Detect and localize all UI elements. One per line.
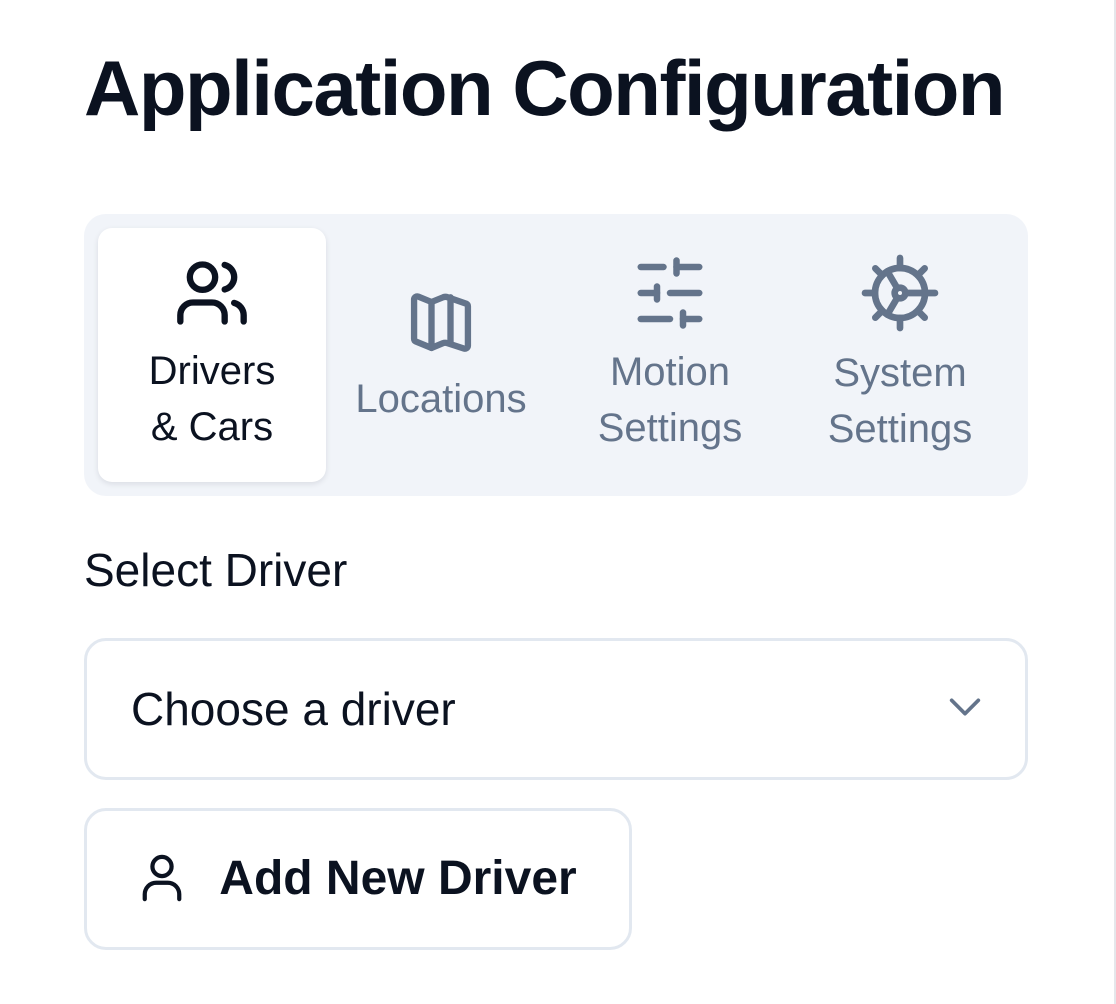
chevron-down-icon	[945, 687, 985, 732]
tab-label: Drivers & Cars	[148, 349, 276, 449]
driver-select[interactable]: Choose a driver	[84, 638, 1028, 780]
driver-select-value: Choose a driver	[131, 683, 456, 735]
tab-system-settings[interactable]: System Settings	[786, 228, 1014, 482]
map-icon	[403, 283, 479, 359]
tab-motion-settings[interactable]: Motion Settings	[556, 228, 784, 482]
tab-label: Motion Settings	[597, 350, 743, 450]
gear-icon	[860, 253, 940, 333]
add-new-driver-button[interactable]: Add New Driver	[84, 808, 632, 950]
settings-tabs: Drivers & Cars Locations Motion Settings…	[84, 214, 1028, 496]
tab-label: Locations	[355, 377, 527, 421]
page-title: Application Configuration	[84, 44, 1006, 132]
sliders-icon	[631, 254, 709, 332]
users-icon	[172, 255, 252, 331]
tab-label: System Settings	[827, 351, 973, 451]
select-driver-label: Select Driver	[84, 544, 348, 596]
tab-drivers-cars[interactable]: Drivers & Cars	[98, 228, 326, 482]
user-icon	[139, 851, 185, 908]
tab-locations[interactable]: Locations	[328, 228, 554, 482]
add-new-driver-label: Add New Driver	[219, 852, 577, 905]
